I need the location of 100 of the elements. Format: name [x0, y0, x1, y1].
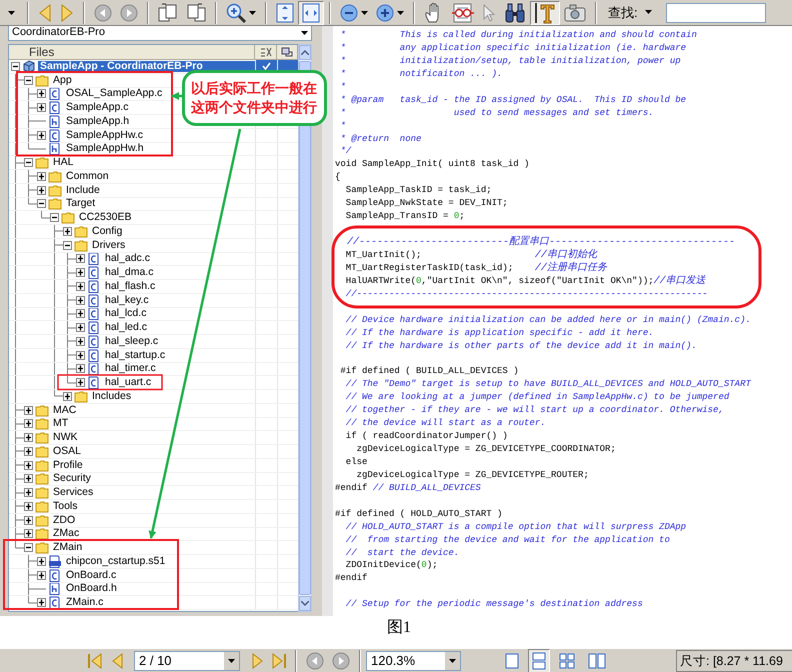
- expand-icon[interactable]: [76, 364, 85, 374]
- expand-icon[interactable]: [24, 419, 33, 428]
- expand-icon[interactable]: [24, 406, 33, 415]
- collapse-icon[interactable]: [37, 199, 46, 208]
- tree-item[interactable]: ZMain: [51, 542, 84, 554]
- build-status-icon[interactable]: [260, 47, 272, 57]
- expand-icon[interactable]: [24, 516, 33, 525]
- expand-icon[interactable]: [24, 488, 33, 498]
- code-line: // HOLD_AUTO_START is a compile option that will surpress ZDApp: [344, 520, 688, 534]
- expand-icon[interactable]: [76, 350, 85, 360]
- tree-item[interactable]: hal_timer.c: [103, 363, 158, 374]
- fit-width-button[interactable]: [298, 0, 324, 24]
- tree-item[interactable]: Target: [64, 198, 98, 210]
- collapse-icon[interactable]: [63, 240, 72, 250]
- tree-item[interactable]: MT: [51, 418, 70, 430]
- tree-item[interactable]: SampleApp.h: [64, 116, 132, 127]
- tree-item[interactable]: Include: [64, 184, 102, 196]
- tree-item[interactable]: OnBoard.c: [64, 570, 118, 581]
- expand-icon[interactable]: [24, 460, 33, 470]
- expand-icon[interactable]: [37, 186, 46, 195]
- tree-item[interactable]: chipcon_cstartup.s51: [64, 556, 168, 567]
- c-file-icon: [48, 101, 62, 114]
- collapse-icon[interactable]: [24, 543, 33, 552]
- tree-item[interactable]: Common: [64, 170, 111, 182]
- tree-item[interactable]: ZMain.c: [64, 597, 106, 608]
- expand-icon[interactable]: [24, 529, 33, 538]
- configuration-dropdown[interactable]: CoordinatorEB-Pro: [8, 26, 312, 41]
- collapse-icon[interactable]: [11, 62, 20, 71]
- code-line: // together - if they are - we will start up a coordinator. Otherwise,: [344, 404, 725, 418]
- expand-icon[interactable]: [24, 502, 33, 511]
- expand-icon[interactable]: [37, 556, 46, 566]
- expand-icon[interactable]: [76, 378, 85, 388]
- expand-icon[interactable]: [37, 598, 46, 608]
- tree-item[interactable]: hal_dma.c: [103, 267, 156, 278]
- tree-item[interactable]: hal_sleep.c: [103, 336, 160, 347]
- tree-item[interactable]: HAL: [51, 157, 76, 168]
- tree-item[interactable]: Includes: [90, 390, 134, 402]
- expand-icon[interactable]: [24, 474, 33, 484]
- tree-item[interactable]: hal_adc.c: [103, 253, 152, 264]
- tree-item[interactable]: OSAL: [51, 446, 84, 457]
- expand-icon[interactable]: [63, 392, 72, 401]
- scroll-up-button[interactable]: [299, 45, 311, 60]
- tree-item[interactable]: Profile: [51, 460, 85, 471]
- zoom-field[interactable]: 120.3%: [366, 650, 461, 670]
- folder-icon: [35, 486, 49, 499]
- tree-item[interactable]: hal_uart.c: [103, 377, 154, 388]
- expand-icon[interactable]: [37, 570, 46, 580]
- tree-item[interactable]: hal_led.c: [103, 322, 150, 334]
- collapse-icon[interactable]: [24, 158, 33, 168]
- expand-icon[interactable]: [63, 226, 72, 236]
- tree-item[interactable]: OSAL_SampleApp.c: [64, 88, 164, 100]
- tree-guide-lines: [15, 486, 24, 499]
- tree-item[interactable]: OnBoard.h: [64, 583, 119, 594]
- expand-icon[interactable]: [76, 296, 85, 305]
- text-select-button[interactable]: [530, 0, 560, 24]
- pages-icon: [158, 2, 178, 22]
- expand-icon[interactable]: [76, 336, 85, 346]
- tree-item[interactable]: App: [51, 74, 74, 86]
- continuous-button[interactable]: [528, 648, 550, 672]
- tree-item[interactable]: hal_startup.c: [103, 350, 168, 361]
- tree-item[interactable]: SampleAppHw.c: [64, 130, 146, 141]
- scroll-down-button[interactable]: [299, 596, 311, 611]
- tree-item[interactable]: SampleApp - CoordinatorEB-Pro: [38, 60, 255, 72]
- expand-icon[interactable]: [37, 103, 46, 112]
- tree-item[interactable]: MAC: [51, 404, 78, 416]
- tree-item[interactable]: NWK: [51, 432, 80, 444]
- expand-icon[interactable]: [76, 323, 85, 332]
- tree-item[interactable]: SampleApp.c: [64, 102, 130, 114]
- facing-pages-icon: [588, 652, 606, 668]
- tree-item[interactable]: hal_flash.c: [103, 280, 158, 292]
- expand-icon[interactable]: [76, 254, 85, 264]
- code-line: * notificaiton ... ).: [339, 68, 504, 81]
- expand-icon[interactable]: [76, 309, 85, 318]
- expand-icon[interactable]: [76, 268, 85, 278]
- tree-item[interactable]: hal_key.c: [103, 294, 151, 306]
- code-line: //-----------------------------------------------------------------: [344, 288, 709, 301]
- find-field[interactable]: [666, 2, 766, 22]
- compile-icon[interactable]: [281, 47, 293, 57]
- expand-icon[interactable]: [37, 130, 46, 140]
- tree-item[interactable]: hal_lcd.c: [103, 308, 148, 320]
- tree-item[interactable]: Drivers: [90, 240, 128, 251]
- tree-item[interactable]: ZMac: [51, 528, 82, 540]
- tree-item[interactable]: CC2530EB: [77, 212, 134, 224]
- tree-item[interactable]: Config: [90, 226, 124, 237]
- expand-icon[interactable]: [76, 282, 85, 291]
- expand-icon[interactable]: [37, 172, 46, 181]
- single-page-icon: [505, 652, 519, 668]
- code-line: * @param task_id - the ID assigned by OSAL. This ID should be: [339, 94, 688, 107]
- tree-item[interactable]: Services: [51, 487, 96, 498]
- collapse-icon[interactable]: [24, 76, 33, 85]
- tree-item[interactable]: Tools: [51, 500, 80, 512]
- tree-item[interactable]: Security: [51, 473, 93, 484]
- folder-icon: [48, 198, 62, 210]
- expand-icon[interactable]: [37, 89, 46, 98]
- page-field[interactable]: 2 / 10: [134, 650, 240, 670]
- expand-icon[interactable]: [24, 433, 33, 442]
- tree-item[interactable]: ZDO: [51, 514, 78, 526]
- collapse-icon[interactable]: [50, 213, 59, 222]
- tree-item[interactable]: SampleAppHw.h: [64, 143, 146, 154]
- expand-icon[interactable]: [24, 446, 33, 456]
